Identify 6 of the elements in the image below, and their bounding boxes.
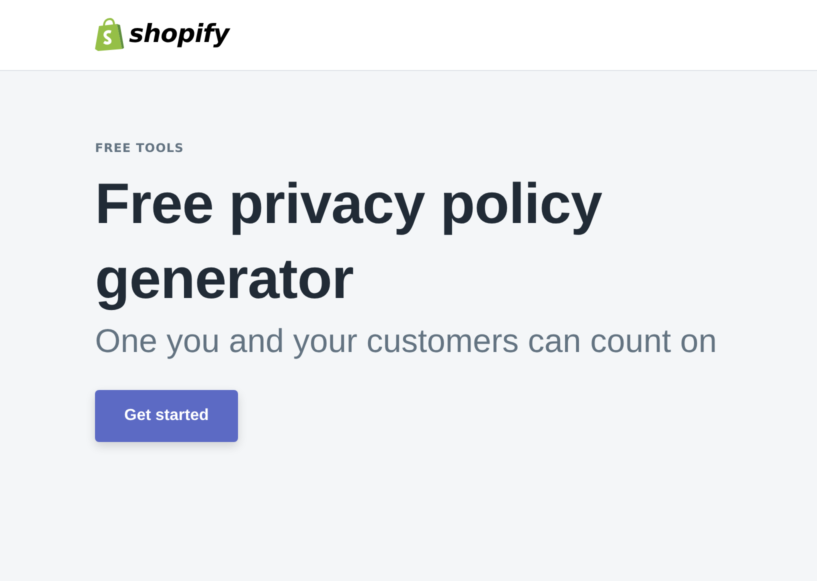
logo-text[interactable]: shopify [129,18,229,48]
get-started-button[interactable]: Get started [95,390,238,442]
subtitle: One you and your customers can count on [95,321,718,361]
shopping-bag-icon [95,18,125,52]
page-title: Free privacy policy generator [95,171,603,313]
eyebrow-label: FREE TOOLS [95,141,184,155]
